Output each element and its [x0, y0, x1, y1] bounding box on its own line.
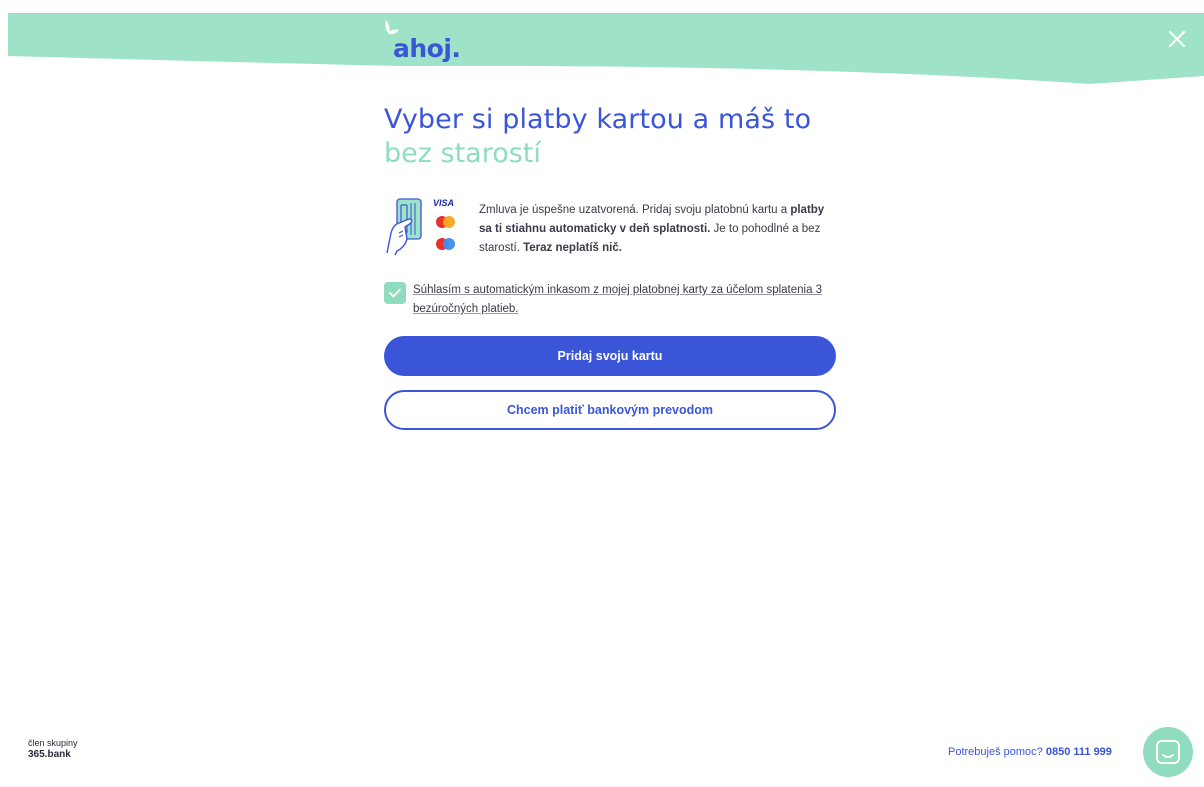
- add-card-button[interactable]: Pridaj svoju kartu: [384, 336, 836, 376]
- info-section: VISA Zmluva je úspešne uzatvorená. Prida…: [383, 197, 843, 261]
- mastercard-icon: [436, 216, 455, 228]
- info-text: Zmluva je úspešne uzatvorená. Pridaj svo…: [479, 201, 839, 258]
- header-background: [8, 13, 1204, 84]
- help-line: Potrebuješ pomoc? 0850 111 999: [948, 746, 1112, 758]
- card-in-hand-icon: [386, 198, 422, 256]
- visa-logo: VISA: [433, 198, 455, 208]
- member-bank: 365.bank: [28, 749, 71, 760]
- consent-row: Súhlasím s automatickým inkasom z mojej …: [384, 281, 844, 321]
- ahoj-logo[interactable]: ahoj.: [383, 18, 461, 61]
- header-band: [0, 0, 1204, 90]
- close-icon: [1169, 31, 1185, 47]
- group-member-label: člen skupiny 365.bank: [28, 738, 78, 760]
- bank-transfer-button[interactable]: Chcem platiť bankovým prevodom: [384, 390, 836, 430]
- help-label: Potrebuješ pomoc?: [948, 746, 1046, 758]
- info-text-part1: Zmluva je úspešne uzatvorená. Pridaj svo…: [479, 204, 791, 216]
- checkmark-icon: [389, 288, 401, 298]
- maestro-icon: [436, 238, 455, 250]
- consent-checkbox[interactable]: [384, 282, 406, 304]
- close-button[interactable]: [1166, 28, 1188, 50]
- help-phone-link[interactable]: 0850 111 999: [1046, 746, 1112, 758]
- logo-text: ahoj.: [393, 34, 461, 63]
- page: ahoj. Vyber si platby kartou a máš to be…: [0, 0, 1204, 787]
- chat-button[interactable]: [1143, 727, 1193, 777]
- member-label: člen skupiny: [28, 738, 78, 748]
- page-title: Vyber si platby kartou a máš to: [384, 104, 812, 135]
- chat-icon: [1156, 740, 1180, 764]
- info-text-bold2: Teraz neplatíš nič.: [523, 242, 622, 254]
- page-subtitle: bez starostí: [384, 138, 541, 169]
- consent-label[interactable]: Súhlasím s automatickým inkasom z mojej …: [413, 281, 833, 319]
